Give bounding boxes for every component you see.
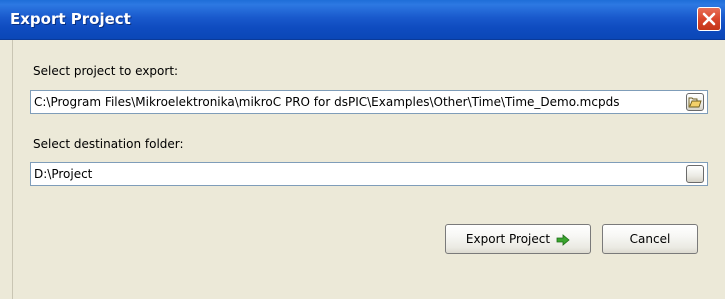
destination-folder-input[interactable] — [34, 163, 674, 185]
browse-destination-button[interactable] — [686, 165, 704, 183]
project-label: Select project to export: — [33, 64, 179, 78]
project-path-input[interactable] — [34, 91, 674, 113]
project-path-field[interactable] — [30, 90, 708, 114]
export-project-button[interactable]: Export Project — [445, 224, 591, 254]
destination-label: Select destination folder: — [33, 137, 184, 151]
export-project-dialog: Export Project Select project to export: — [0, 0, 725, 299]
export-button-label: Export Project — [465, 232, 551, 246]
cancel-button[interactable]: Cancel — [602, 224, 698, 254]
destination-folder-field[interactable] — [30, 162, 708, 186]
green-arrow-right-icon — [556, 233, 570, 246]
close-button[interactable] — [697, 7, 721, 31]
browse-project-button[interactable] — [686, 93, 704, 111]
dialog-body: Select project to export: Select destina… — [12, 40, 725, 299]
cancel-button-label: Cancel — [629, 232, 671, 246]
dialog-title: Export Project — [10, 10, 131, 28]
title-bar[interactable]: Export Project — [0, 0, 725, 40]
